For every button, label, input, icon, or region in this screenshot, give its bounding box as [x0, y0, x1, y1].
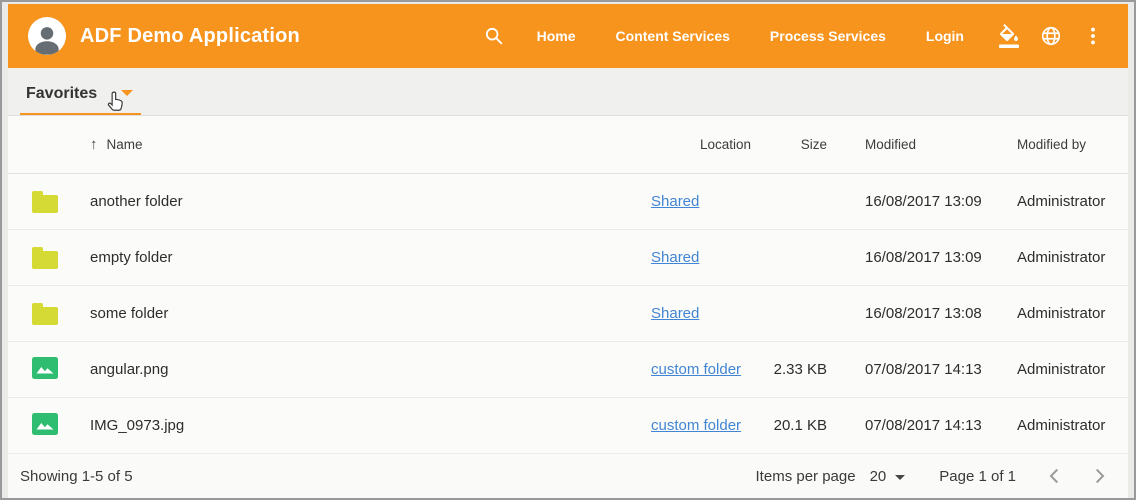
- modified-by-cell: Administrator: [991, 193, 1128, 210]
- modified-by-cell: Administrator: [991, 305, 1128, 322]
- file-name-cell[interactable]: angular.png: [74, 361, 643, 378]
- header-icon-group: [992, 19, 1110, 53]
- column-header-location[interactable]: Location: [643, 137, 753, 152]
- folder-icon: [32, 251, 58, 269]
- location-link[interactable]: Shared: [651, 193, 699, 210]
- app-title: ADF Demo Application: [80, 25, 300, 48]
- kebab-menu-icon: [1082, 25, 1104, 47]
- modified-date-cell: 16/08/2017 13:08: [841, 305, 991, 322]
- next-page-button[interactable]: [1088, 464, 1112, 488]
- column-header-name[interactable]: ↑ Name: [74, 136, 643, 153]
- file-name-cell[interactable]: IMG_0973.jpg: [74, 417, 643, 434]
- search-button[interactable]: [477, 19, 511, 53]
- file-type-cell: [8, 413, 74, 439]
- items-per-page-select[interactable]: 20: [870, 468, 906, 485]
- location-link[interactable]: Shared: [651, 249, 699, 266]
- modified-by-cell: Administrator: [991, 249, 1128, 266]
- adf-app: ADF Demo Application Home Content Servic…: [8, 4, 1128, 498]
- table-body: another folder Shared 16/08/2017 13:09 A…: [8, 174, 1128, 454]
- document-list: ↑ Name Location Size Modified Modified b…: [8, 116, 1128, 498]
- dropdown-caret-icon: [121, 90, 133, 96]
- column-header-modified-by[interactable]: Modified by: [991, 137, 1128, 152]
- showing-count-label: Showing 1-5 of 5: [20, 468, 133, 485]
- chevron-right-icon: [1095, 468, 1105, 484]
- main-nav: Home Content Services Process Services L…: [537, 28, 964, 44]
- previous-page-button[interactable]: [1042, 464, 1066, 488]
- file-type-cell: [8, 302, 74, 325]
- image-file-icon: [32, 357, 58, 379]
- image-file-icon: [32, 413, 58, 435]
- items-per-page-value: 20: [870, 468, 887, 485]
- file-type-cell: [8, 357, 74, 383]
- language-button[interactable]: [1034, 19, 1068, 53]
- search-icon: [483, 25, 505, 47]
- file-type-cell: [8, 190, 74, 213]
- file-size-cell: 2.33 KB: [753, 361, 841, 378]
- file-size-cell: 20.1 KB: [753, 417, 841, 434]
- pagination-controls: Items per page 20 Page 1 of 1: [756, 464, 1112, 488]
- file-location-cell: custom folder: [643, 417, 753, 434]
- nav-item-process-services[interactable]: Process Services: [770, 28, 886, 44]
- table-row[interactable]: some folder Shared 16/08/2017 13:08 Admi…: [8, 286, 1128, 342]
- modified-date-cell: 16/08/2017 13:09: [841, 249, 991, 266]
- theme-color-button[interactable]: [992, 19, 1026, 53]
- modified-by-cell: Administrator: [991, 417, 1128, 434]
- location-link[interactable]: custom folder: [651, 417, 741, 434]
- modified-date-cell: 07/08/2017 14:13: [841, 417, 991, 434]
- nav-item-content-services[interactable]: Content Services: [616, 28, 730, 44]
- table-row[interactable]: angular.png custom folder 2.33 KB 07/08/…: [8, 342, 1128, 398]
- file-type-cell: [8, 246, 74, 269]
- file-location-cell: Shared: [643, 193, 753, 210]
- file-name-cell[interactable]: some folder: [74, 305, 643, 322]
- table-row[interactable]: another folder Shared 16/08/2017 13:09 A…: [8, 174, 1128, 230]
- sort-ascending-icon: ↑: [90, 136, 98, 153]
- modified-date-cell: 07/08/2017 14:13: [841, 361, 991, 378]
- language-globe-icon: [1040, 25, 1062, 47]
- folder-icon: [32, 195, 58, 213]
- file-location-cell: Shared: [643, 305, 753, 322]
- table-row[interactable]: empty folder Shared 16/08/2017 13:09 Adm…: [8, 230, 1128, 286]
- page-status-label: Page 1 of 1: [939, 468, 1016, 485]
- table-row[interactable]: IMG_0973.jpg custom folder 20.1 KB 07/08…: [8, 398, 1128, 454]
- file-location-cell: Shared: [643, 249, 753, 266]
- pager: [1042, 464, 1112, 488]
- pagination-footer: Showing 1-5 of 5 Items per page 20 Page …: [8, 454, 1128, 498]
- nav-item-login[interactable]: Login: [926, 28, 964, 44]
- user-avatar-icon: [30, 23, 64, 55]
- file-name-cell[interactable]: another folder: [74, 193, 643, 210]
- chevron-left-icon: [1049, 468, 1059, 484]
- items-per-page-label: Items per page: [756, 468, 856, 485]
- more-options-button[interactable]: [1076, 19, 1110, 53]
- table-header-row: ↑ Name Location Size Modified Modified b…: [8, 116, 1128, 174]
- folder-icon: [32, 307, 58, 325]
- nav-item-home[interactable]: Home: [537, 28, 576, 44]
- favorites-label: Favorites: [26, 85, 97, 103]
- user-avatar[interactable]: [28, 17, 66, 55]
- column-header-size[interactable]: Size: [753, 137, 841, 152]
- view-selector-bar: Favorites: [8, 68, 1128, 116]
- file-location-cell: custom folder: [643, 361, 753, 378]
- dropdown-caret-icon: [895, 475, 905, 480]
- location-link[interactable]: Shared: [651, 305, 699, 322]
- app-header: ADF Demo Application Home Content Servic…: [8, 4, 1128, 68]
- favorites-dropdown[interactable]: Favorites: [20, 85, 141, 115]
- file-name-cell[interactable]: empty folder: [74, 249, 643, 266]
- color-fill-icon: [997, 24, 1021, 48]
- app-window: ADF Demo Application Home Content Servic…: [0, 0, 1136, 500]
- column-header-modified[interactable]: Modified: [841, 137, 991, 152]
- modified-date-cell: 16/08/2017 13:09: [841, 193, 991, 210]
- modified-by-cell: Administrator: [991, 361, 1128, 378]
- location-link[interactable]: custom folder: [651, 361, 741, 378]
